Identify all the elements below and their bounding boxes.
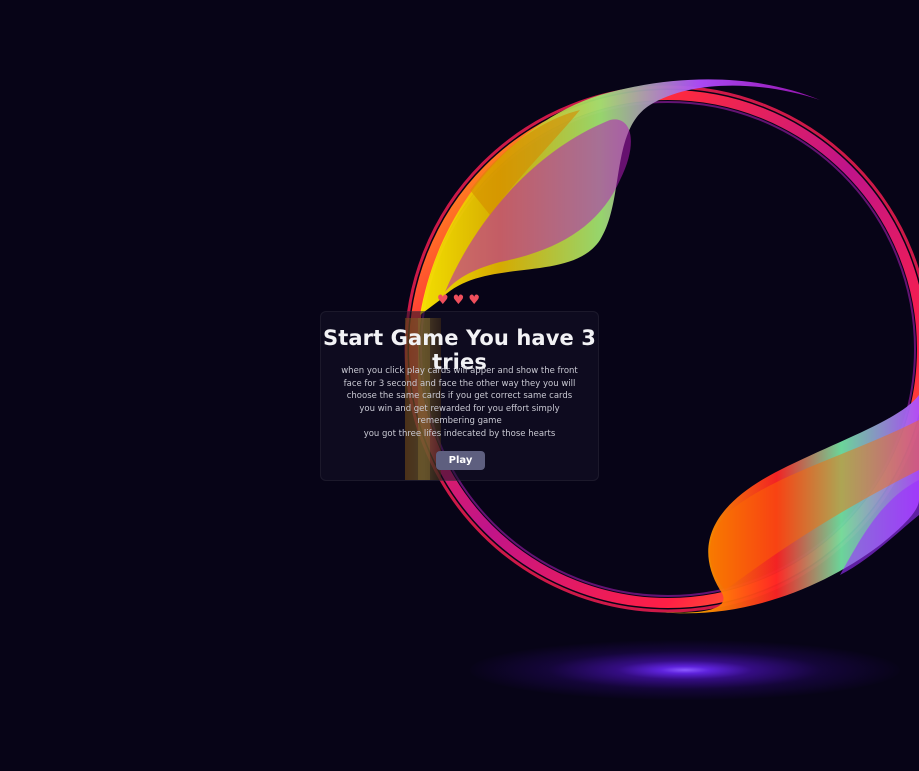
heart-icon: ♥: [437, 293, 449, 308]
lives-note: you got three lifes indecated by those h…: [363, 429, 556, 439]
floor-glow: [470, 640, 900, 700]
play-button[interactable]: Play: [436, 451, 485, 470]
heart-icon: ♥: [452, 293, 465, 308]
heart-icon: ♥: [468, 293, 480, 308]
game-description: when you click play cards will apper and…: [341, 366, 578, 426]
start-game-dialog: Start Game You have 3 tries when you cli…: [320, 311, 599, 481]
lives-hearts: ♥ ♥ ♥: [437, 292, 487, 310]
game-stage: ♥ ♥ ♥ Start Game You have 3 tries when y…: [0, 0, 919, 771]
